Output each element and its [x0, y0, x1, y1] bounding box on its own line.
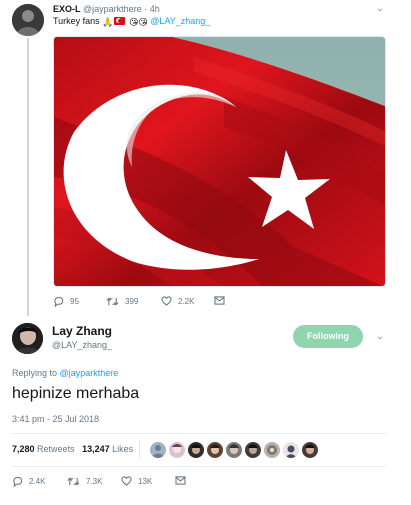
tweet-body: Turkey fans — [53, 16, 100, 26]
like-count: 13K — [138, 476, 153, 486]
engagement-stats: 7,280 Retweets 13,247 Likes — [12, 444, 133, 455]
liker-avatar[interactable] — [150, 442, 166, 458]
liker-avatar[interactable] — [207, 442, 223, 458]
like-button[interactable]: 2.2K — [161, 296, 194, 306]
username[interactable]: @jayparkthere — [83, 4, 142, 14]
heart-icon — [161, 296, 172, 306]
tweet-body: hepinize merhaba — [12, 385, 140, 402]
mention-link[interactable]: @jayparkthere — [60, 368, 119, 378]
retweet-icon — [67, 477, 80, 486]
liker-avatar[interactable] — [283, 442, 299, 458]
dm-button[interactable] — [214, 296, 225, 305]
liker-avatar[interactable] — [302, 442, 318, 458]
envelope-icon — [175, 476, 186, 485]
dm-button[interactable] — [175, 476, 186, 485]
folded-hands-emoji: 🙏 — [102, 17, 114, 27]
display-name[interactable]: EXO-L — [53, 4, 81, 14]
heart-icon — [121, 476, 132, 486]
likes-stat[interactable]: 13,247 Likes — [82, 444, 133, 454]
retweets-stat[interactable]: 7,280 Retweets — [12, 444, 75, 454]
avatar[interactable] — [12, 323, 43, 354]
reply-count: 2.4K — [29, 477, 46, 486]
mention-link[interactable]: @LAY_zhang_ — [150, 16, 210, 26]
reply-count: 95 — [70, 297, 79, 306]
liker-avatar[interactable] — [245, 442, 261, 458]
retweet-count: 7.3K — [86, 477, 103, 486]
tweet-time[interactable]: 4h — [150, 4, 160, 14]
avatar[interactable] — [12, 4, 44, 36]
reply-icon — [54, 296, 64, 307]
kiss-face-emoji: 😘 — [138, 17, 148, 27]
retweet-button[interactable]: 399 — [106, 296, 138, 307]
like-label: Likes — [112, 444, 134, 454]
separator: · — [144, 4, 148, 14]
parent-tweet-text: Turkey fans 🙏 😘😘 @LAY_zhang_ — [53, 16, 210, 27]
divider — [12, 466, 386, 467]
display-name[interactable]: Lay Zhang — [52, 324, 112, 338]
replying-to: Replying to @jayparkthere — [12, 368, 118, 379]
parent-tweet-header: EXO-L @jayparkthere · 4h — [53, 4, 160, 15]
retweet-label: Retweets — [37, 444, 75, 454]
reply-button[interactable]: 2.4K — [12, 476, 45, 487]
divider — [12, 433, 386, 434]
retweet-icon — [106, 297, 119, 306]
retweet-total: 7,280 — [12, 444, 35, 454]
liker-avatar[interactable] — [188, 442, 204, 458]
like-total: 13,247 — [82, 444, 110, 454]
retweet-count: 399 — [125, 297, 139, 306]
tweet-timestamp[interactable]: 3:41 pm - 25 Jul 2018 — [12, 414, 99, 425]
liker-avatar[interactable] — [264, 442, 280, 458]
replying-label: Replying to — [12, 368, 58, 378]
envelope-icon — [214, 296, 225, 305]
like-count: 2.2K — [178, 296, 195, 306]
thread-connector — [27, 38, 29, 316]
username[interactable]: @LAY_zhang_ — [52, 340, 112, 351]
chevron-down-icon[interactable]: ⌄ — [376, 332, 384, 342]
tweet-image-turkish-flag[interactable] — [53, 36, 386, 287]
reply-icon — [13, 476, 23, 487]
liker-avatar[interactable] — [226, 442, 242, 458]
turkey-flag-emoji — [114, 17, 126, 25]
chevron-down-icon[interactable]: ⌄ — [376, 4, 384, 14]
divider — [139, 440, 140, 460]
liker-avatar[interactable] — [169, 442, 185, 458]
following-button[interactable]: Following — [293, 325, 363, 348]
retweet-button[interactable]: 7.3K — [67, 476, 102, 487]
reply-button[interactable]: 95 — [53, 296, 79, 307]
like-button[interactable]: 13K — [121, 476, 152, 486]
kiss-face-emoji: 😘 — [128, 17, 139, 27]
